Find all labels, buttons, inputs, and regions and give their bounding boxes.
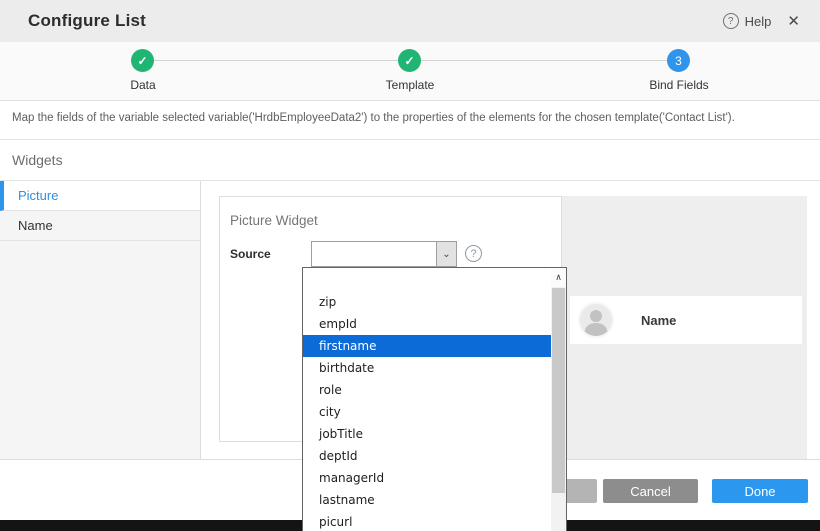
dropdown-option-empId[interactable]: empId (303, 313, 551, 335)
step-label-template: Template (386, 78, 435, 92)
configure-list-dialog: Configure List ? Help ✕ ✓ ✓ 3 Data Templ… (0, 0, 820, 531)
stepper: ✓ ✓ 3 Data Template Bind Fields (0, 42, 820, 101)
avatar (578, 302, 614, 338)
person-icon (580, 304, 612, 336)
widgets-section-header: Widgets (0, 140, 820, 181)
step-number: 3 (675, 54, 682, 68)
dropdown-option-zip[interactable]: zip (303, 291, 551, 313)
step-label-data: Data (130, 78, 155, 92)
done-button[interactable]: Done (712, 479, 808, 503)
dropdown-option-empty[interactable] (303, 269, 551, 291)
step-label-bind-fields: Bind Fields (649, 78, 708, 92)
cancel-button[interactable]: Cancel (603, 479, 698, 503)
source-select[interactable]: ⌄ (311, 241, 457, 267)
close-icon[interactable]: ✕ (785, 12, 802, 30)
source-help-icon[interactable]: ? (465, 245, 482, 262)
dialog-header: Configure List ? Help ✕ (0, 0, 820, 42)
scroll-up-icon[interactable]: ∧ (551, 268, 566, 287)
dropdown-option-jobTitle[interactable]: jobTitle (303, 423, 551, 445)
dropdown-option-deptId[interactable]: deptId (303, 445, 551, 467)
dropdown-option-role[interactable]: role (303, 379, 551, 401)
sidebar-item-picture[interactable]: Picture (0, 181, 200, 211)
chevron-down-icon[interactable]: ⌄ (436, 242, 456, 266)
dropdown-option-firstname[interactable]: firstname (303, 335, 551, 357)
help-icon: ? (723, 13, 739, 29)
source-dropdown-list: zipempIdfirstnamebirthdaterolecityjobTit… (303, 269, 551, 531)
help-button[interactable]: ? Help (723, 13, 772, 29)
step-bind-fields-circle[interactable]: 3 (667, 49, 690, 72)
dropdown-option-city[interactable]: city (303, 401, 551, 423)
dropdown-option-lastname[interactable]: lastname (303, 489, 551, 511)
preview-list-item: Name (570, 296, 802, 344)
widgets-sidebar: Picture Name (0, 181, 201, 459)
source-label: Source (230, 247, 271, 261)
page-title: Configure List (28, 11, 146, 31)
dropdown-option-birthdate[interactable]: birthdate (303, 357, 551, 379)
panel-title: Picture Widget (230, 213, 318, 228)
scrollbar-thumb[interactable] (552, 288, 565, 493)
source-dropdown-popup: zipempIdfirstnamebirthdaterolecityjobTit… (302, 267, 567, 531)
preview-name-label: Name (641, 313, 676, 328)
dropdown-option-picurl[interactable]: picurl (303, 511, 551, 531)
step-data-circle[interactable]: ✓ (131, 49, 154, 72)
dropdown-option-managerId[interactable]: managerId (303, 467, 551, 489)
dropdown-scrollbar[interactable]: ∧ (551, 268, 566, 531)
check-icon: ✓ (137, 54, 147, 68)
help-label: Help (745, 14, 772, 29)
sidebar-item-name[interactable]: Name (0, 211, 200, 241)
step-template-circle[interactable]: ✓ (398, 49, 421, 72)
template-preview-area: Name (562, 196, 807, 459)
widgets-heading: Widgets (12, 152, 63, 168)
mapping-description: Map the fields of the variable selected … (0, 101, 820, 140)
check-icon: ✓ (404, 54, 414, 68)
